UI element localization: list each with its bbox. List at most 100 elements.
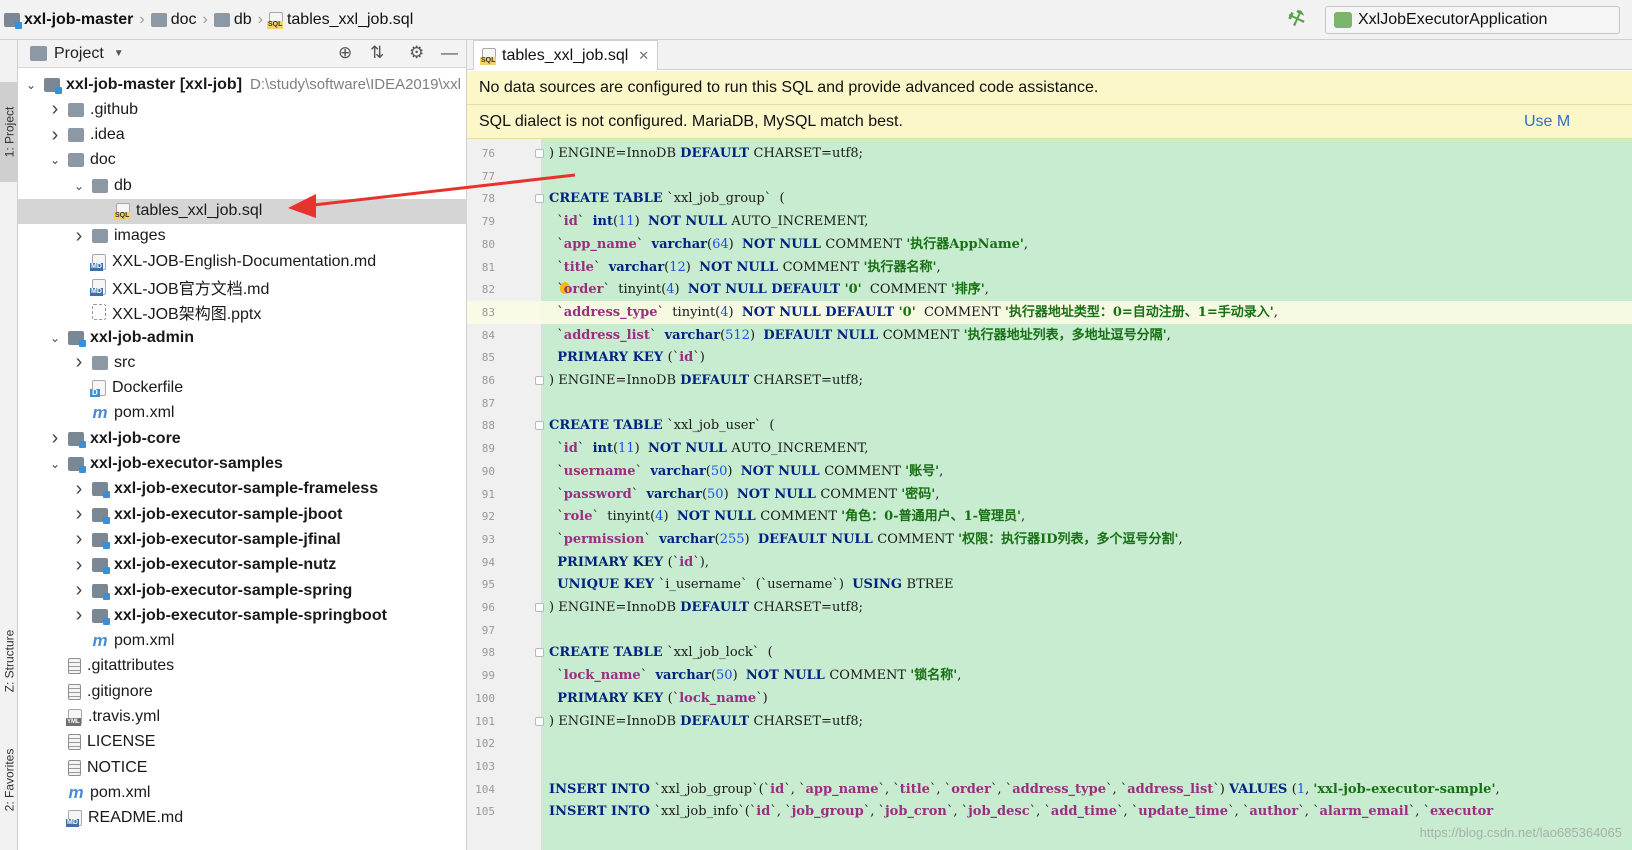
minimize-icon[interactable]: —: [441, 43, 458, 63]
tree-item[interactable]: › xxl-job-executor-sample-jboot: [18, 502, 467, 527]
line-number: 82: [481, 283, 495, 297]
project-folder-icon: [30, 46, 47, 61]
tree-item-label: .gitignore: [87, 682, 153, 700]
code-token: varchar: [655, 668, 711, 684]
breadcrumb-item[interactable]: db: [213, 9, 252, 31]
tree-item[interactable]: .gitignore: [18, 679, 467, 704]
chevron-down-icon[interactable]: ⌄: [48, 331, 62, 345]
tree-item[interactable]: m pom.xml: [18, 780, 467, 805]
chevron-right-icon[interactable]: ›: [72, 503, 86, 526]
line-number: 99: [481, 669, 495, 683]
chevron-right-icon[interactable]: ›: [72, 351, 86, 374]
tree-item[interactable]: › src: [18, 350, 467, 375]
tree-item[interactable]: ⌄ xxl-job-admin: [18, 325, 467, 350]
tree-item[interactable]: NOTICE: [18, 755, 467, 780]
code-token: id: [770, 781, 785, 797]
tree-item[interactable]: ⌄ xxl-job-executor-samples: [18, 452, 467, 477]
tree-item[interactable]: › .github: [18, 97, 467, 122]
tree-item[interactable]: ⌄ xxl-job-master [xxl-job] D:\study\softwa…: [18, 72, 467, 97]
tree-item[interactable]: m pom.xml: [18, 629, 467, 654]
chevron-right-icon[interactable]: ›: [48, 124, 62, 147]
breadcrumb-item[interactable]: xxl-job-master: [4, 9, 133, 31]
chevron-right-icon[interactable]: ›: [72, 579, 86, 602]
fold-marker-icon[interactable]: [535, 603, 544, 612]
tool-tab-project[interactable]: 1: Project: [0, 82, 18, 182]
code-token: varchar: [646, 486, 702, 502]
tree-item[interactable]: XXL-JOB架构图.pptx: [18, 300, 467, 325]
locate-target-icon[interactable]: ⊕: [338, 43, 352, 63]
chevron-right-icon[interactable]: ›: [72, 554, 86, 577]
chevron-down-icon[interactable]: ⌄: [48, 153, 62, 167]
tree-item[interactable]: .gitattributes: [18, 654, 467, 679]
chevron-right-icon[interactable]: ›: [72, 528, 86, 551]
tree-item[interactable]: .travis.yml: [18, 705, 467, 730]
code-token: 1: [1296, 781, 1306, 797]
tree-item[interactable]: › xxl-job-executor-sample-nutz: [18, 553, 467, 578]
fold-marker-icon[interactable]: [535, 716, 544, 726]
fold-marker-icon[interactable]: [535, 421, 544, 431]
code-token: int: [592, 441, 613, 457]
tree-item[interactable]: › xxl-job-executor-sample-springboot: [18, 603, 467, 628]
tree-item[interactable]: ⌄ doc: [18, 148, 467, 173]
tree-item[interactable]: › images: [18, 224, 467, 249]
code-token: `i_username` (`username`): [658, 577, 853, 593]
tree-item[interactable]: README.md: [18, 806, 467, 831]
tree-item-label: xxl-job-master [xxl-job]: [66, 75, 243, 93]
chevron-right-icon[interactable]: ›: [48, 98, 62, 121]
chevron-right-icon[interactable]: ›: [72, 478, 86, 501]
fold-marker-icon[interactable]: [535, 149, 544, 158]
module-folder-icon: [92, 532, 110, 549]
chevron-right-icon[interactable]: ›: [48, 427, 62, 450]
chevron-right-icon[interactable]: ›: [72, 225, 86, 248]
code-token: COMMENT: [824, 463, 906, 479]
tree-item[interactable]: › xxl-job-core: [18, 426, 467, 451]
chevron-right-icon[interactable]: ›: [72, 604, 86, 627]
code-editor[interactable]: 76) ENGINE=InnoDB DEFAULT CHARSET=utf8; 7…: [467, 139, 1632, 850]
breadcrumb-label: db: [233, 11, 252, 28]
tree-item[interactable]: › .idea: [18, 123, 467, 148]
line-number: 98: [481, 646, 495, 660]
line-number: 93: [481, 532, 495, 546]
tool-tab-favorites[interactable]: 2: Favorites: [0, 720, 18, 840]
chevron-down-icon[interactable]: ▼: [114, 48, 124, 59]
chevron-down-icon[interactable]: ⌄: [24, 78, 38, 92]
breadcrumb-item[interactable]: tables_xxl_job.sql: [266, 9, 413, 31]
fold-marker-icon[interactable]: [535, 376, 544, 385]
collapse-all-icon[interactable]: ⇅: [370, 43, 384, 63]
tree-item[interactable]: LICENSE: [18, 730, 467, 755]
chevron-down-icon[interactable]: ⌄: [48, 457, 62, 471]
fold-marker-icon[interactable]: [535, 194, 544, 204]
code-line: `id` int(11) NOT NULL AUTO_INCREMENT,: [549, 437, 868, 460]
code-token: 12: [669, 259, 686, 275]
code-token: '执行器AppName': [906, 236, 1024, 252]
tree-item[interactable]: m pom.xml: [18, 401, 467, 426]
code-token: `: [549, 486, 564, 502]
fold-marker-icon[interactable]: [535, 648, 544, 658]
editor-tab-sql[interactable]: tables_xxl_job.sql ✕: [473, 40, 659, 70]
project-panel-title[interactable]: Project: [54, 45, 104, 63]
tool-tab-structure[interactable]: Z: Structure: [0, 596, 18, 726]
project-folder-icon: [4, 13, 22, 29]
run-configuration-selector[interactable]: XxlJobExecutorApplication: [1325, 6, 1620, 34]
tree-item[interactable]: tables_xxl_job.sql: [18, 198, 467, 224]
hammer-icon[interactable]: ⚒: [1283, 5, 1311, 33]
tree-item[interactable]: › xxl-job-executor-sample-jfinal: [18, 527, 467, 552]
tree-item[interactable]: › xxl-job-executor-sample-frameless: [18, 477, 467, 502]
code-token: `, `: [1228, 804, 1250, 820]
code-token: NOT NULL DEFAULT: [687, 282, 845, 298]
tree-item[interactable]: XXL-JOB-English-Documentation.md: [18, 249, 467, 274]
tree-item[interactable]: Dockerfile: [18, 376, 467, 401]
chevron-down-icon[interactable]: ⌄: [72, 179, 86, 193]
line-number: 85: [481, 351, 495, 365]
code-token: `: [640, 668, 656, 684]
close-icon[interactable]: ✕: [638, 48, 649, 64]
tree-item[interactable]: ⌄ db: [18, 173, 467, 198]
breadcrumb-item[interactable]: doc: [150, 9, 197, 31]
maven-icon: m: [92, 631, 108, 651]
code-token: COMMENT: [829, 668, 911, 684]
tree-item[interactable]: › xxl-job-executor-sample-spring: [18, 578, 467, 603]
gear-icon[interactable]: ⚙: [409, 43, 424, 63]
tree-item[interactable]: XXL-JOB官方文档.md: [18, 274, 467, 299]
use-mysql-link[interactable]: Use M: [1524, 113, 1570, 131]
code-token: ,: [936, 259, 941, 275]
